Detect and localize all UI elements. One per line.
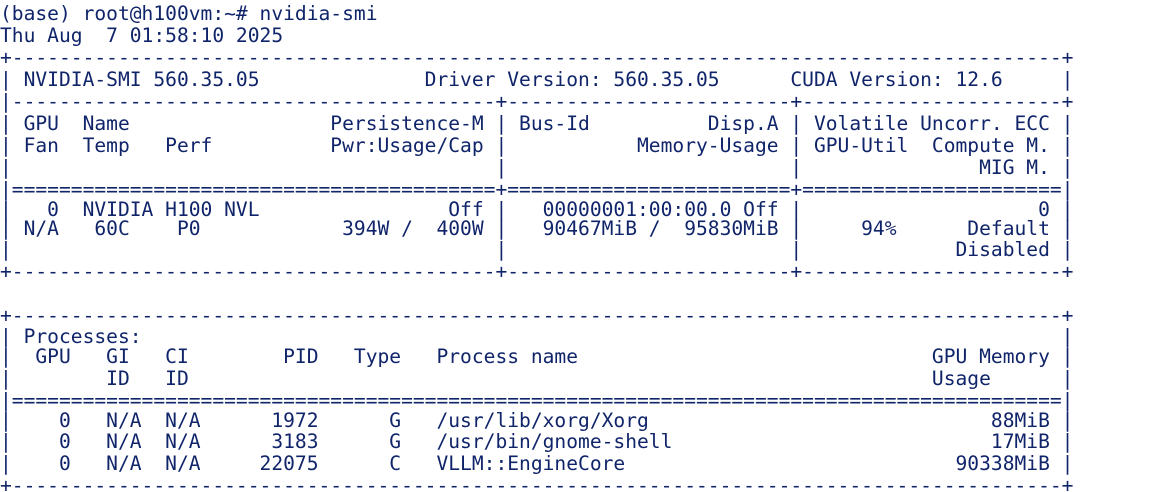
process-row: | 0 N/A N/A 3183 G /usr/bin/gnome-shell … [0,430,1074,453]
timestamp-line: Thu Aug 7 01:58:10 2025 [0,24,284,47]
gpu-header-row-2: | Fan Temp Perf Pwr:Usage/Cap | Memory-U… [0,134,1074,157]
version-info-row: | NVIDIA-SMI 560.35.05 Driver Version: 5… [0,68,1074,91]
process-row: | 0 N/A N/A 22075 C VLLM::EngineCore 903… [0,452,1074,475]
process-row: | 0 N/A N/A 1972 G /usr/lib/xorg/Xorg 88… [0,409,1074,432]
process-header-row-1: | GPU GI CI PID Type Process name GPU Me… [0,345,1074,368]
process-header-row-2: | ID ID Usage | [0,367,1074,390]
gpu-table-border-top: +---------------------------------------… [0,46,1074,69]
shell-prompt-line: (base) root@h100vm:~# nvidia-smi [0,2,378,25]
gpu-table-divider: |---------------------------------------… [0,90,1074,113]
gpu-row-mig: | | | Disabled | [0,238,1074,261]
process-table-border-bottom: +---------------------------------------… [0,474,1074,492]
terminal-window[interactable]: (base) root@h100vm:~# nvidia-smi Thu Aug… [0,0,1176,492]
gpu-row-stats: | N/A 60C P0 394W / 400W | 90467MiB / 95… [0,217,1074,240]
process-table-border-top: +---------------------------------------… [0,304,1074,327]
gpu-table-border-bottom: +---------------------------------------… [0,260,1074,283]
gpu-header-row-1: | GPU Name Persistence-M | Bus-Id Disp.A… [0,112,1074,135]
gpu-header-row-3: | | | MIG M. | [0,156,1074,179]
